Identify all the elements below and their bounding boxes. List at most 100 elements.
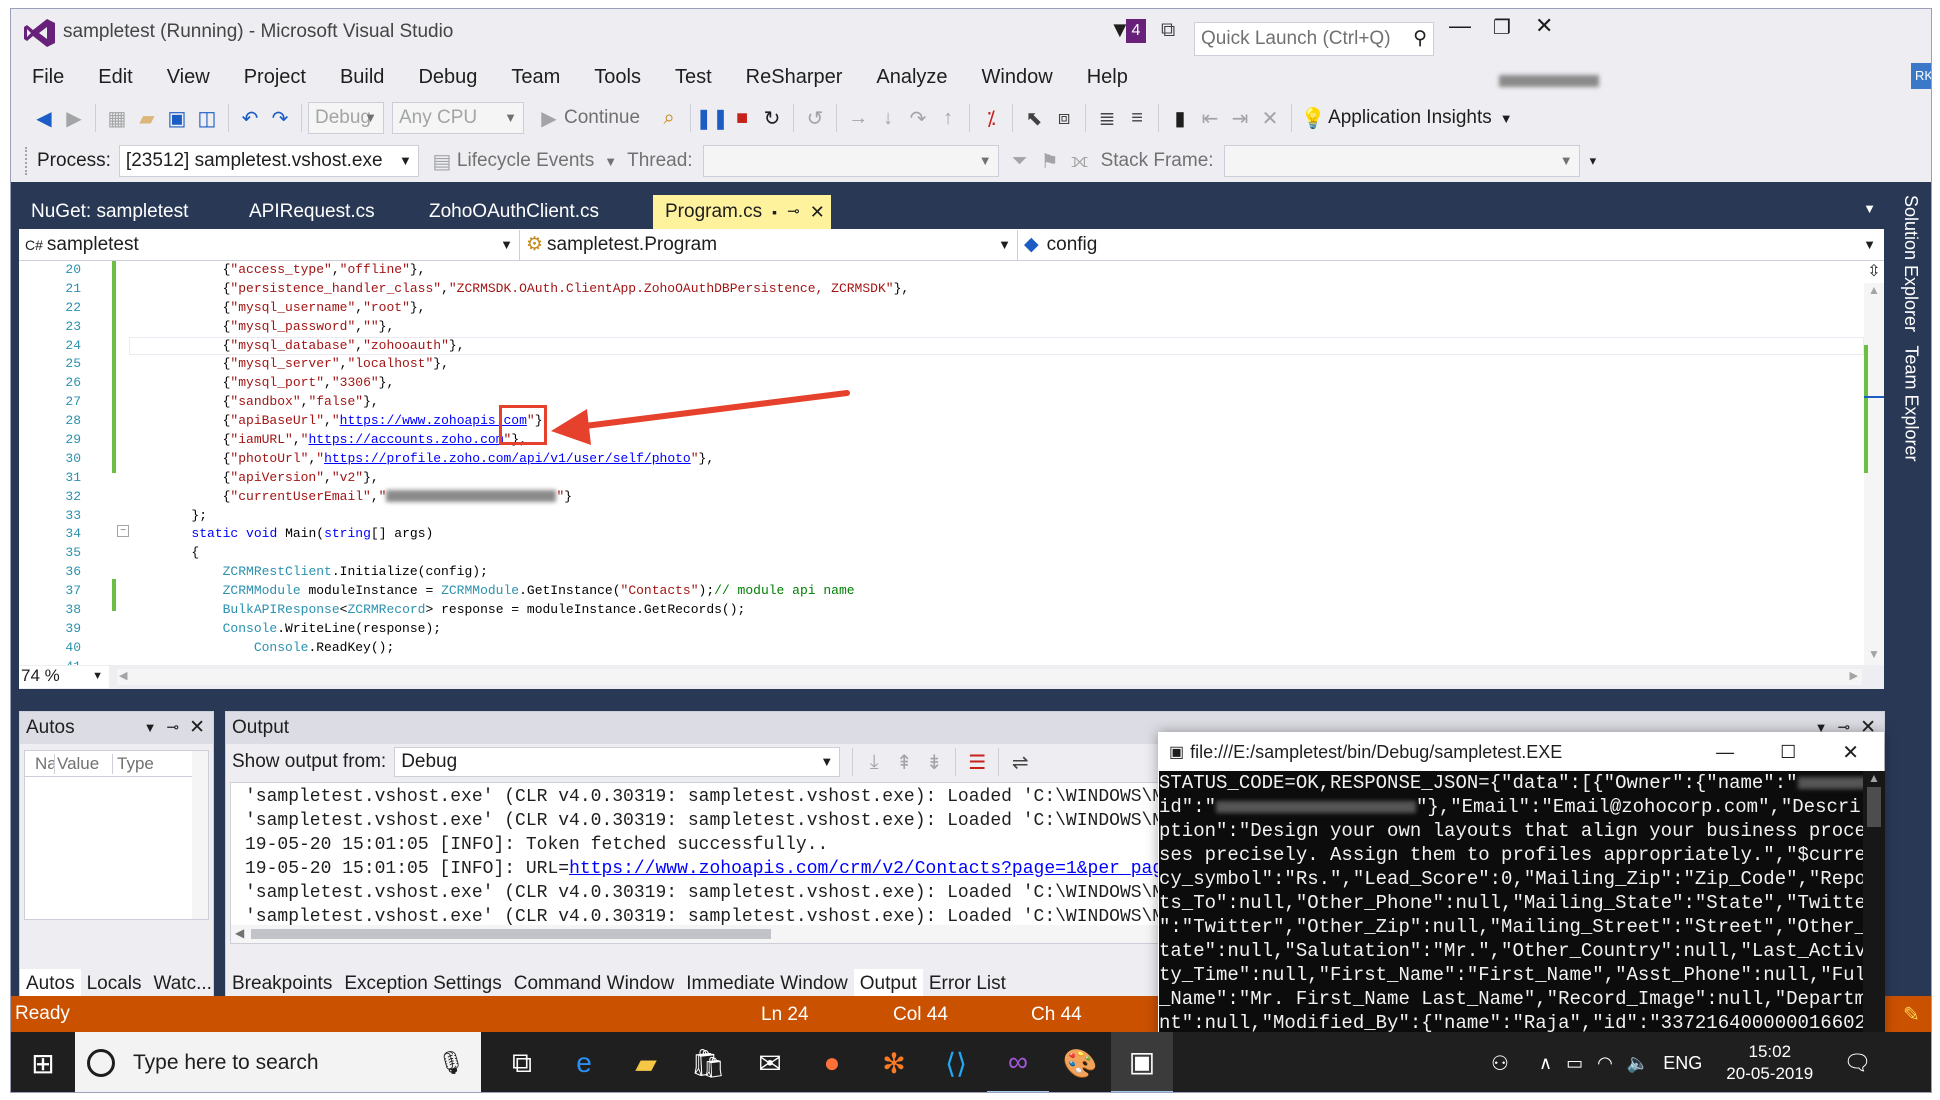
output-url-link[interactable]: https://www.zohoapis.com/crm/v2/Contacts… (569, 859, 1217, 879)
wifi-icon[interactable]: ◠ (1597, 1053, 1613, 1074)
save-icon[interactable]: ▣ (162, 103, 192, 133)
restart-icon[interactable]: ↻ (757, 103, 787, 133)
code-text[interactable]: {"access_type","offline"}, {"persistence… (129, 261, 1879, 677)
task-view-icon[interactable]: ⧉ (491, 1032, 553, 1092)
people-icon[interactable]: ⚇ (1491, 1051, 1509, 1076)
hot-reload-icon[interactable]: ⁒ (976, 103, 1006, 133)
firefox-icon[interactable]: ● (801, 1032, 863, 1092)
code-line[interactable]: {"mysql_server","localhost"}, (129, 355, 1879, 374)
console-window[interactable]: ▣ file:///E:/sampletest/bin/Debug/sample… (1158, 732, 1885, 1043)
show-next-statement-icon[interactable]: ↺ (800, 103, 830, 133)
scroll-right-icon[interactable]: ▶ (1850, 669, 1858, 682)
uncomment-icon[interactable]: ≡ (1122, 103, 1152, 133)
vertical-scrollbar[interactable]: ▲ ▼ (1864, 283, 1884, 665)
show-hidden-icons[interactable]: ∧ (1539, 1053, 1552, 1074)
code-line[interactable]: {"mysql_port","3306"}, (129, 374, 1879, 393)
code-editor[interactable]: 20 21 22 23 24 25 26 27 28 29 30 31 32 33 34 35 36 37 38 39… (19, 261, 1884, 674)
collapse-toggle-icon[interactable]: − (117, 525, 129, 537)
tab-program[interactable]: Program.cs ▪ ⊸ ✕ (653, 195, 831, 229)
file-explorer-icon[interactable]: ▰ (615, 1032, 677, 1092)
visual-studio-icon[interactable]: ∞ (987, 1032, 1049, 1092)
tab-watch[interactable]: Watc... (148, 969, 218, 999)
tab-exception-settings[interactable]: Exception Settings (338, 969, 507, 999)
vertical-scrollbar[interactable] (192, 751, 208, 919)
console-maximize-button[interactable]: ☐ (1780, 742, 1796, 763)
word-wrap-icon[interactable]: ⇌ (1005, 747, 1035, 777)
user-avatar[interactable]: RK (1911, 63, 1931, 89)
output-source-select[interactable]: Debug ▼ (394, 747, 841, 777)
toolbar-options-icon[interactable]: ▾ (1590, 153, 1597, 169)
tab-apirequest[interactable]: APIRequest.cs (237, 195, 417, 229)
column-value[interactable]: Value (55, 753, 113, 774)
filter-threads-icon[interactable]: ⏷ (1005, 146, 1035, 176)
feedback-icon[interactable]: ⧉ (1161, 19, 1175, 42)
prev-message-icon[interactable]: ⇞ (889, 747, 919, 777)
stack-frame-select[interactable]: ▼ (1223, 145, 1580, 177)
split-editor-icon[interactable]: ⇳ (1864, 261, 1884, 281)
tab-nuget[interactable]: NuGet: sampletest (19, 195, 237, 229)
column-name[interactable]: Na (25, 753, 55, 774)
application-insights-button[interactable]: Application Insights (1328, 107, 1492, 129)
code-line[interactable]: {"mysql_database","zohooauth"}, (129, 337, 1879, 356)
code-line[interactable]: {"apiVersion","v2"}, (129, 469, 1879, 488)
tab-autos[interactable]: Autos (20, 969, 81, 999)
menu-build[interactable]: Build (323, 57, 401, 97)
side-tab-solution-explorer[interactable]: Solution Explorer (1896, 189, 1926, 337)
volume-icon[interactable]: 🔈 (1627, 1053, 1649, 1074)
code-line[interactable]: BulkAPIResponse<ZCRMRecord> response = m… (129, 601, 1879, 620)
autos-grid[interactable]: Na Value Type (24, 750, 209, 920)
chevron-down-icon[interactable]: ▼ (1500, 111, 1513, 126)
code-line[interactable]: {"iamURL","https://accounts.zoho.com"}, (129, 431, 1879, 450)
menu-file[interactable]: File (15, 57, 81, 97)
scrollbar-thumb[interactable] (251, 929, 771, 939)
close-icon[interactable]: ✕ (189, 712, 205, 744)
taskbar-search-box[interactable]: Type here to search 🎙 (75, 1032, 481, 1092)
pin-icon[interactable]: ⊸ (787, 195, 800, 229)
tab-overflow-icon[interactable]: ▼ (1863, 201, 1876, 216)
step-over-icon[interactable]: → (843, 103, 873, 133)
clear-all-icon[interactable]: ☰ (962, 747, 992, 777)
xampp-icon[interactable]: ✻ (863, 1032, 925, 1092)
continue-icon[interactable]: ▶ (534, 103, 564, 133)
column-type[interactable]: Type (113, 754, 154, 774)
tab-command-window[interactable]: Command Window (508, 969, 681, 999)
prev-bookmark-icon[interactable]: ⇤ (1195, 103, 1225, 133)
configuration-select[interactable]: Debug ▼ (308, 102, 384, 134)
pause-icon[interactable]: ❚❚ (695, 103, 729, 133)
tab-error-list[interactable]: Error List (923, 969, 1012, 999)
mail-icon[interactable]: ✉ (739, 1032, 801, 1092)
tab-output[interactable]: Output (853, 969, 923, 999)
pin-icon[interactable]: ⊸ (167, 712, 180, 744)
code-line[interactable]: {"apiBaseUrl","https://www.zohoapis.com"… (129, 412, 1879, 431)
scroll-left-icon[interactable]: ◀ (235, 926, 244, 940)
action-center-icon[interactable]: 🗨 (1843, 1050, 1871, 1076)
menu-team[interactable]: Team (494, 57, 577, 97)
lightbulb-icon[interactable]: 💡 (1298, 103, 1328, 133)
code-line[interactable]: {"mysql_password",""}, (129, 318, 1879, 337)
step-back-icon[interactable]: ↷ (903, 103, 933, 133)
maximize-button[interactable]: ❐ (1493, 15, 1511, 40)
code-line[interactable]: {"currentUserEmail"," "} (129, 488, 1879, 507)
tab-breakpoints[interactable]: Breakpoints (226, 969, 338, 999)
code-line[interactable]: {"sandbox","false"}, (129, 393, 1879, 412)
minimize-button[interactable]: — (1449, 13, 1471, 39)
menu-tools[interactable]: Tools (577, 57, 658, 97)
stop-icon[interactable]: ■ (727, 103, 757, 133)
step-into-icon[interactable]: ↓ (873, 103, 903, 133)
notifications-icon[interactable]: ✎ (1903, 1002, 1920, 1027)
paint-icon[interactable]: 🎨 (1049, 1032, 1111, 1092)
redo-icon[interactable]: ↷ (265, 103, 295, 133)
code-line[interactable]: {"persistence_handler_class","ZCRMSDK.OA… (129, 280, 1879, 299)
menu-window[interactable]: Window (965, 57, 1070, 97)
project-dropdown[interactable]: C# sampletest ▼ (19, 229, 519, 260)
microphone-icon[interactable]: 🎙 (437, 1050, 465, 1076)
bookmark-icon[interactable]: ▮ (1165, 103, 1195, 133)
menu-debug[interactable]: Debug (401, 57, 494, 97)
next-bookmark-icon[interactable]: ⇥ (1225, 103, 1255, 133)
console-close-button[interactable]: ✕ (1842, 740, 1859, 765)
lifecycle-events-button[interactable]: Lifecycle Events (457, 150, 594, 172)
pointer-icon[interactable]: ⬉ (1019, 103, 1049, 133)
scroll-up-icon[interactable]: ▲ (1864, 283, 1884, 297)
menu-test[interactable]: Test (658, 57, 729, 97)
thread-select[interactable]: ▼ (702, 145, 999, 177)
